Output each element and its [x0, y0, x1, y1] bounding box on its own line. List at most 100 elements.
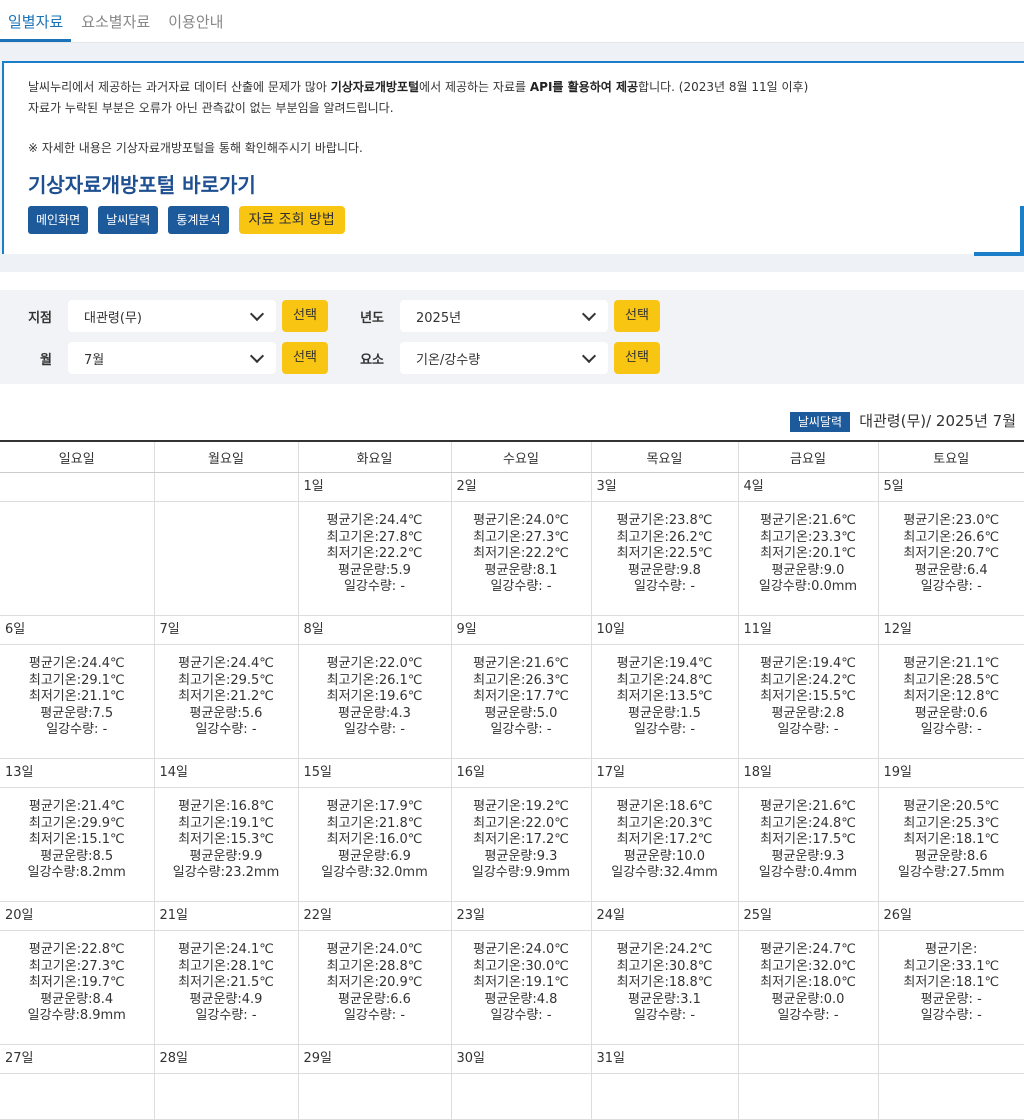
day-number: 27일: [0, 1045, 154, 1074]
day-value-line: 평균기온:24.4℃: [155, 656, 298, 673]
day-value-line: 평균운량:4.9: [155, 992, 298, 1009]
year-select-button[interactable]: 선택: [614, 300, 660, 332]
day-value-line: 최저기온:13.5℃: [592, 689, 738, 706]
main-page-button[interactable]: 메인화면: [28, 206, 88, 234]
day-cell-values: 평균기온:최고기온:33.1℃최저기온:18.1℃평균운량: -일강수량: -: [878, 931, 1024, 1045]
day-value-line: 평균운량: -: [879, 992, 1024, 1009]
day-value-line: 일강수량:27.5mm: [879, 865, 1024, 882]
month-value: 7월: [84, 349, 104, 368]
day-value-line: 일강수량: -: [299, 579, 451, 596]
day-number: 15일: [298, 759, 451, 788]
day-value-line: 일강수량: -: [592, 1008, 738, 1025]
month-select-button[interactable]: 선택: [282, 342, 328, 374]
day-value-line: 일강수량:0.4mm: [739, 865, 878, 882]
weekday-header: 목요일: [591, 441, 738, 473]
day-cell-values: [0, 502, 154, 616]
day-cell-values: 평균기온:23.8℃최고기온:26.2℃최저기온:22.5℃평균운량:9.8일강…: [591, 502, 738, 616]
day-number: 2일: [451, 473, 591, 502]
day-cell-values: 평균기온:19.2℃최고기온:22.0℃최저기온:17.2℃평균운량:9.3일강…: [451, 788, 591, 902]
day-number: 24일: [591, 902, 738, 931]
chevron-down-icon: [582, 349, 596, 363]
day-value-line: 일강수량: -: [155, 722, 298, 739]
day-value-line: 평균운량:8.6: [879, 849, 1024, 866]
element-label: 요소: [346, 349, 384, 368]
day-value-line: 평균운량:9.9: [155, 849, 298, 866]
day-value-line: 최저기온:20.7℃: [879, 546, 1024, 563]
date-row: 20일21일22일23일24일25일26일: [0, 902, 1024, 931]
day-value-line: 평균기온:21.4℃: [0, 799, 154, 816]
day-cell-values: 평균기온:24.4℃최고기온:29.1℃최저기온:21.1℃평균운량:7.5일강…: [0, 645, 154, 759]
day-cell-values: 평균기온:24.4℃최고기온:27.8℃최저기온:22.2℃평균운량:5.9일강…: [298, 502, 451, 616]
day-value-line: 최고기온:28.8℃: [299, 959, 451, 976]
portal-link[interactable]: 기상자료개방포털 바로가기: [28, 169, 1000, 198]
day-value-line: 최고기온:24.8℃: [739, 816, 878, 833]
station-select[interactable]: 대관령(무): [68, 300, 276, 332]
day-number: 28일: [154, 1045, 298, 1074]
day-cell-values: 평균기온:24.0℃최고기온:28.8℃최저기온:20.9℃평균운량:6.6일강…: [298, 931, 451, 1045]
day-cell-values: [738, 1074, 878, 1120]
day-number: 16일: [451, 759, 591, 788]
day-number: 18일: [738, 759, 878, 788]
year-row: 년도 2025년 선택: [346, 300, 660, 332]
day-number: 31일: [591, 1045, 738, 1074]
day-value-line: 최고기온:21.8℃: [299, 816, 451, 833]
tab-element-data[interactable]: 요소별자료: [73, 11, 158, 42]
day-value-line: 최저기온:16.0℃: [299, 832, 451, 849]
station-value: 대관령(무): [84, 307, 142, 326]
tab-usage-guide[interactable]: 이용안내: [160, 11, 231, 42]
day-value-line: 일강수량: -: [879, 722, 1024, 739]
day-value-line: 평균운량:0.6: [879, 706, 1024, 723]
day-cell-values: 평균기온:21.6℃최고기온:26.3℃최저기온:17.7℃평균운량:5.0일강…: [451, 645, 591, 759]
day-value-line: 일강수량:23.2mm: [155, 865, 298, 882]
day-cell-values: 평균기온:23.0℃최고기온:26.6℃최저기온:20.7℃평균운량:6.4일강…: [878, 502, 1024, 616]
day-number: [0, 473, 154, 502]
day-value-line: 평균운량:8.4: [0, 992, 154, 1009]
day-value-line: 최저기온:12.8℃: [879, 689, 1024, 706]
day-value-line: 최저기온:17.7℃: [452, 689, 591, 706]
element-select[interactable]: 기온/강수량: [400, 342, 608, 374]
day-number: 7일: [154, 616, 298, 645]
day-value-line: 최고기온:22.0℃: [452, 816, 591, 833]
year-select[interactable]: 2025년: [400, 300, 608, 332]
day-cell-values: 평균기온:21.6℃최고기온:24.8℃최저기온:17.5℃평균운량:9.3일강…: [738, 788, 878, 902]
day-value-line: 평균기온:17.9℃: [299, 799, 451, 816]
notice-section: 날씨누리에서 제공하는 과거자료 데이터 산출에 문제가 많아 기상자료개방포털…: [0, 43, 1024, 272]
weekday-header: 일요일: [0, 441, 154, 473]
day-value-line: 일강수량:32.0mm: [299, 865, 451, 882]
day-value-line: 일강수량:0.0mm: [739, 579, 878, 596]
day-value-line: 평균기온:19.4℃: [592, 656, 738, 673]
day-value-line: 최저기온:20.9℃: [299, 975, 451, 992]
query-guide-button[interactable]: 자료 조회 방법: [239, 206, 345, 234]
day-number: 6일: [0, 616, 154, 645]
day-value-line: 최고기온:19.1℃: [155, 816, 298, 833]
date-row: 13일14일15일16일17일18일19일: [0, 759, 1024, 788]
day-number: 23일: [451, 902, 591, 931]
filter-panel: 지점 대관령(무) 선택 년도 2025년 선택 월 7월 선택 요소 기온/강…: [0, 290, 1024, 384]
day-value-line: 최고기온:26.3℃: [452, 673, 591, 690]
day-cell-values: 평균기온:22.8℃최고기온:27.3℃최저기온:19.7℃평균운량:8.4일강…: [0, 931, 154, 1045]
day-value-line: 일강수량: -: [452, 722, 591, 739]
month-select[interactable]: 7월: [68, 342, 276, 374]
day-value-line: 평균운량:5.9: [299, 563, 451, 580]
tab-bar: 일별자료 요소별자료 이용안내: [0, 0, 1024, 43]
day-number: 25일: [738, 902, 878, 931]
day-value-line: 평균운량:5.0: [452, 706, 591, 723]
day-value-line: 최고기온:28.1℃: [155, 959, 298, 976]
day-cell-values: 평균기온:17.9℃최고기온:21.8℃최저기온:16.0℃평균운량:6.9일강…: [298, 788, 451, 902]
day-number: 11일: [738, 616, 878, 645]
day-value-line: 평균운량:8.1: [452, 563, 591, 580]
day-value-line: 최저기온:22.2℃: [452, 546, 591, 563]
statistics-button[interactable]: 통계분석: [168, 206, 228, 234]
station-select-button[interactable]: 선택: [282, 300, 328, 332]
day-cell-values: [878, 1074, 1024, 1120]
tab-daily-data[interactable]: 일별자료: [0, 11, 71, 42]
day-cell-values: 평균기온:21.4℃최고기온:29.9℃최저기온:15.1℃평균운량:8.5일강…: [0, 788, 154, 902]
station-row: 지점 대관령(무) 선택: [14, 300, 328, 332]
day-cell-values: 평균기온:18.6℃최고기온:20.3℃최저기온:17.2℃평균운량:10.0일…: [591, 788, 738, 902]
day-value-line: 평균운량:7.5: [0, 706, 154, 723]
values-row: [0, 1074, 1024, 1120]
weather-calendar-button[interactable]: 날씨달력: [98, 206, 158, 234]
element-select-button[interactable]: 선택: [614, 342, 660, 374]
day-value-line: 평균운량:3.1: [592, 992, 738, 1009]
day-value-line: 일강수량:8.2mm: [0, 865, 154, 882]
